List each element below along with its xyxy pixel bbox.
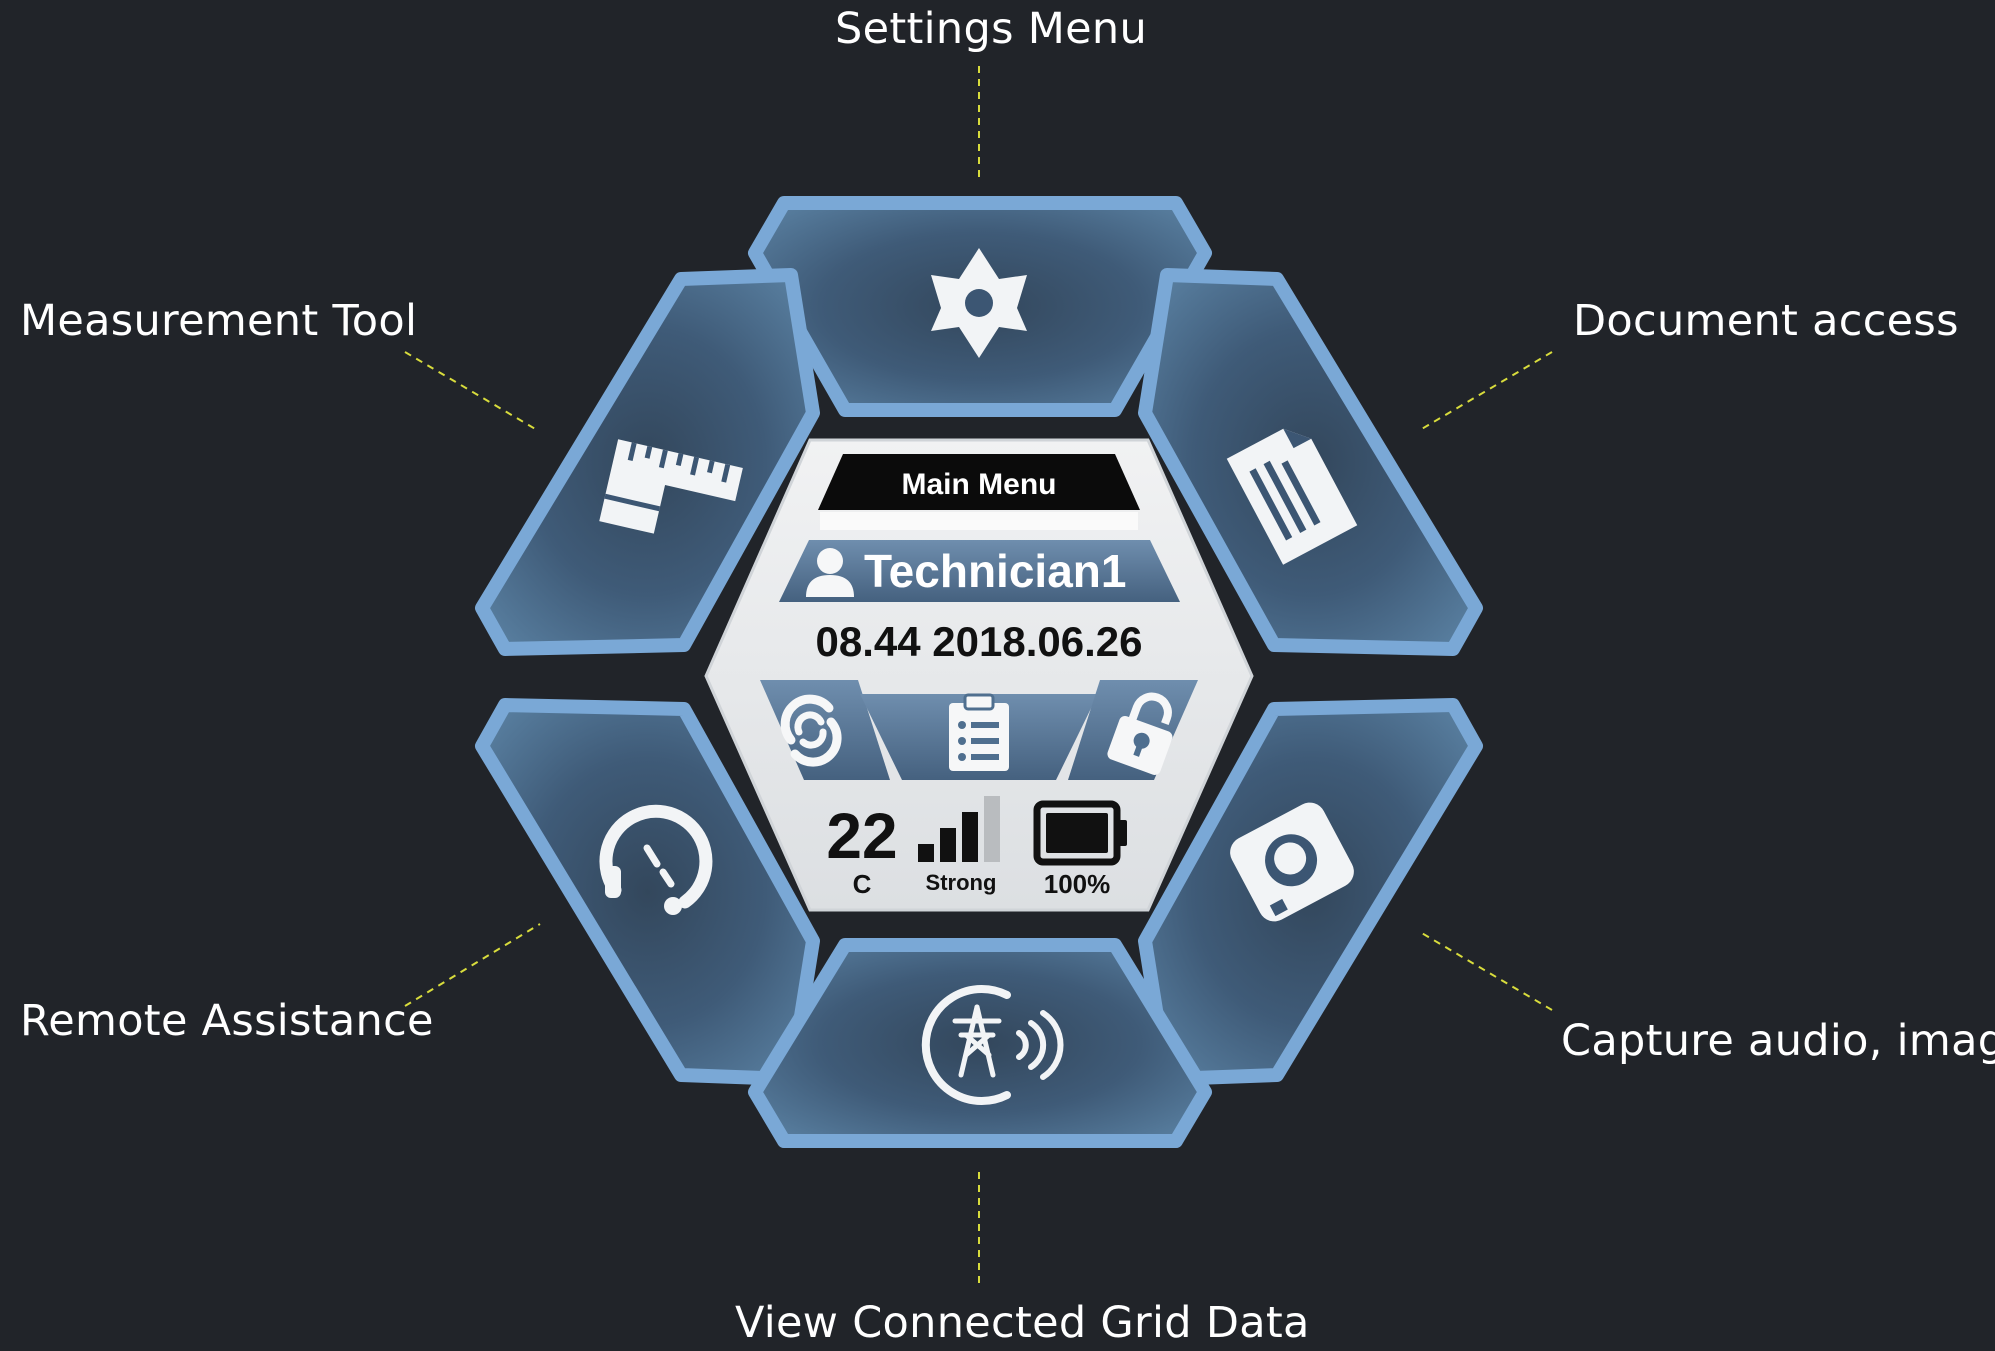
- battery-label: 100%: [1044, 869, 1111, 899]
- temperature-value: 22: [826, 800, 897, 872]
- signal-label: Strong: [926, 870, 997, 895]
- datetime: 08.44 2018.06.26: [816, 618, 1143, 665]
- signal-bar: [962, 812, 978, 862]
- battery-level-fill: [1046, 813, 1108, 853]
- signal-bar: [918, 844, 934, 862]
- view-grid-data-tile[interactable]: [748, 938, 1212, 1148]
- settings-menu-tile[interactable]: [748, 196, 1212, 417]
- center-status-panel: Main Menu Technician1 08.44 2018.06.26 2…: [704, 438, 1254, 912]
- signal-bar: [940, 828, 956, 862]
- main-menu-title: Main Menu: [902, 468, 1057, 501]
- clipboard-icon: [949, 693, 1009, 771]
- callout-capture-audio-image: Capture audio, image: [1561, 1016, 1995, 1066]
- callout-remote-assistance: Remote Assistance: [20, 996, 434, 1046]
- callout-settings-menu: Settings Menu: [835, 4, 1147, 54]
- callout-measurement-tool: Measurement Tool: [20, 296, 418, 346]
- header-underline: [820, 512, 1138, 530]
- hex-menu-canvas: Main Menu Technician1 08.44 2018.06.26 2…: [404, 66, 1553, 1288]
- username: Technician1: [864, 545, 1126, 597]
- temperature-unit: C: [853, 869, 872, 899]
- main-menu-screen: Main Menu Technician1 08.44 2018.06.26 2…: [0, 0, 1995, 1348]
- callout-document-access: Document access: [1573, 296, 1959, 346]
- signal-bar: [984, 796, 1000, 862]
- callout-view-grid-data: View Connected Grid Data: [735, 1298, 1310, 1348]
